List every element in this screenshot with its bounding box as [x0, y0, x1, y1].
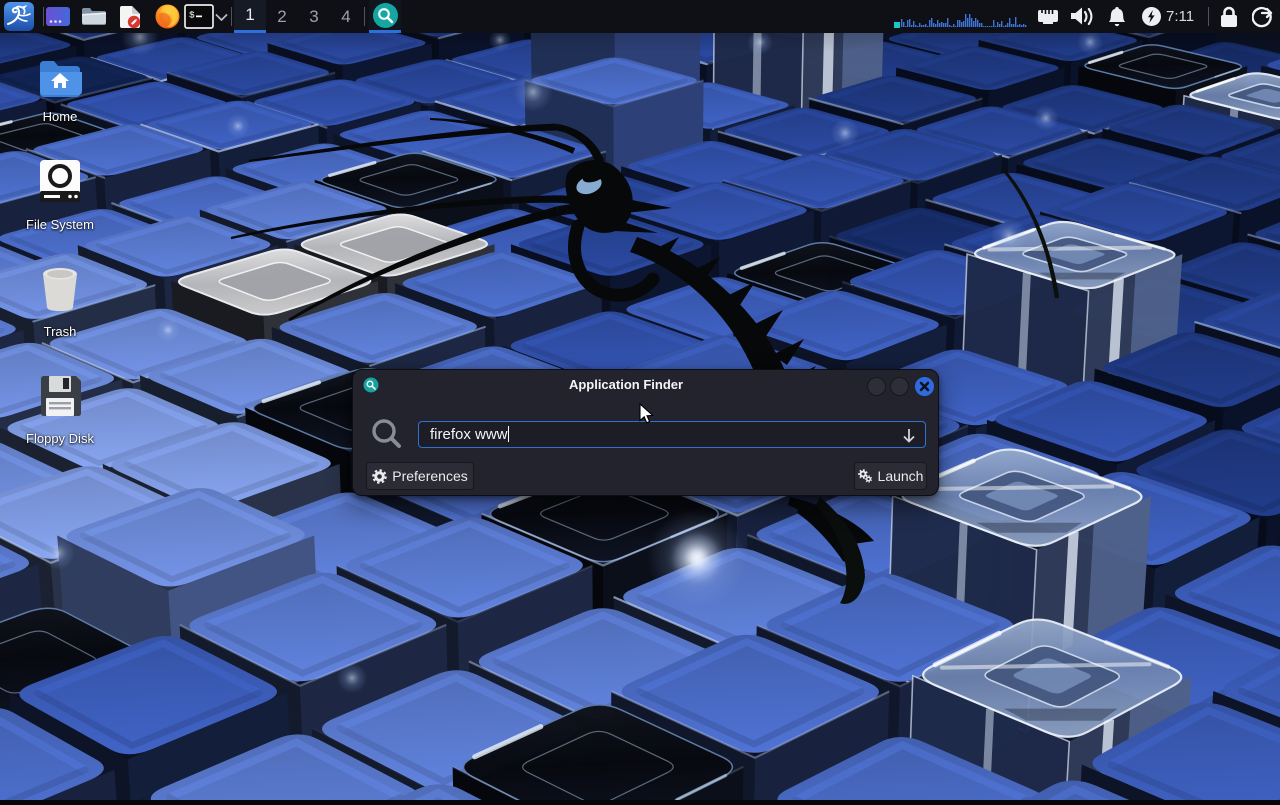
svg-text:$: $: [189, 10, 195, 21]
